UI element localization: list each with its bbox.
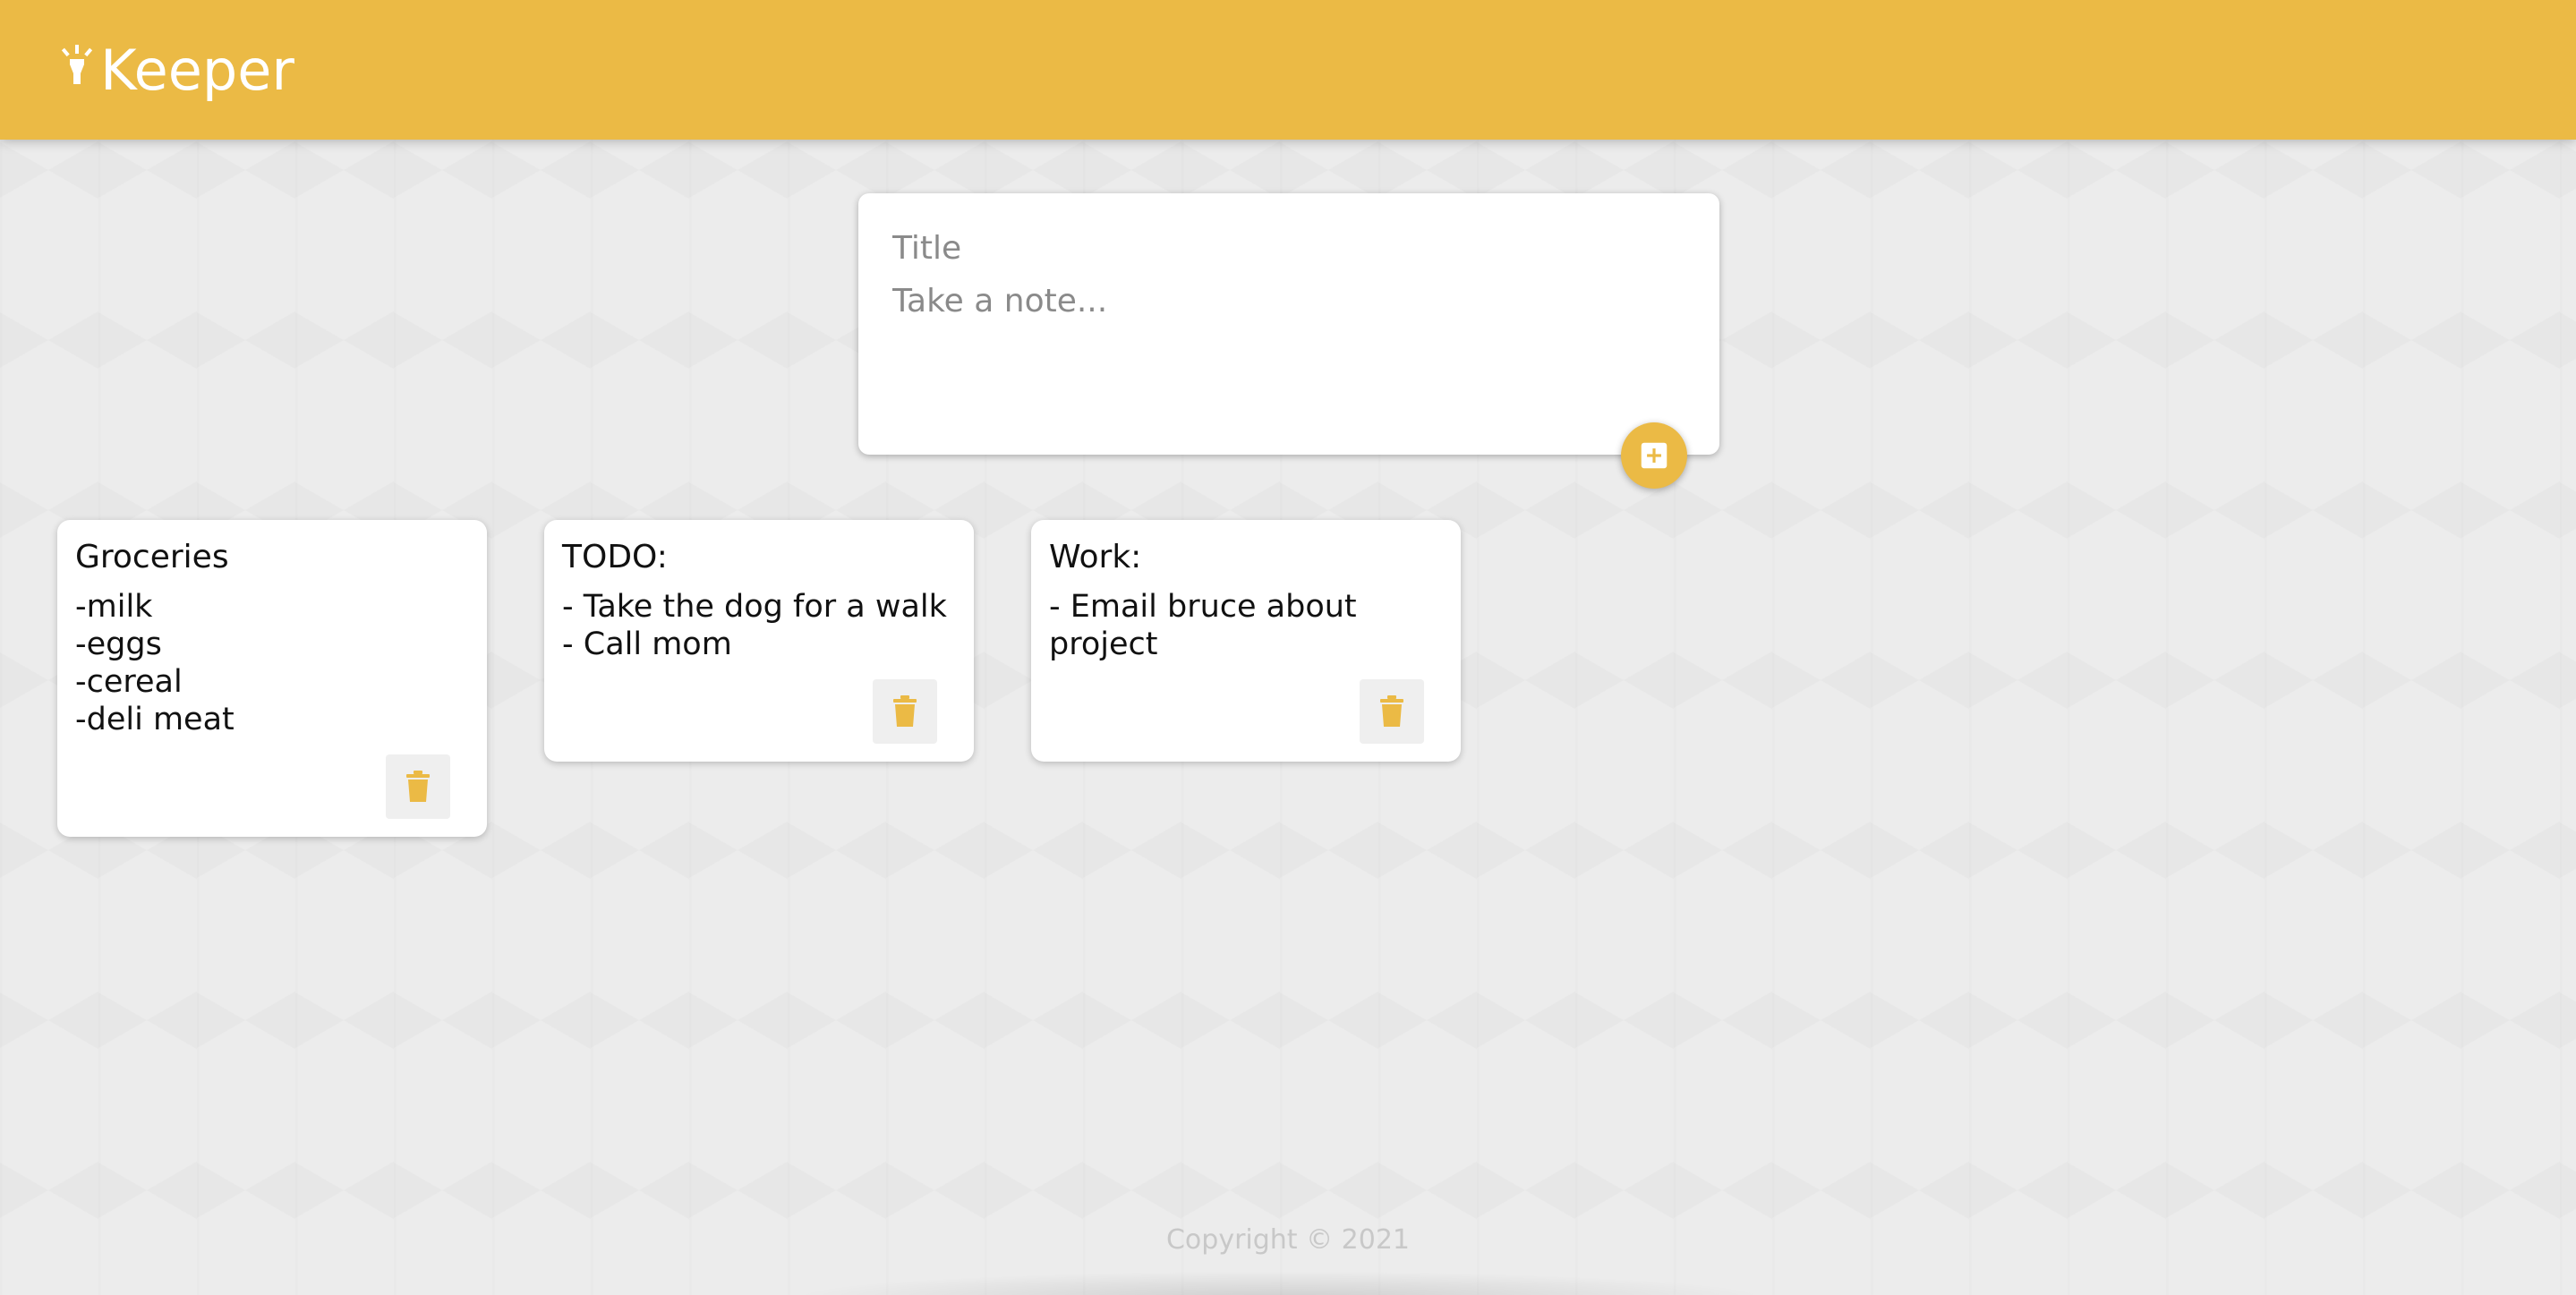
note-card: Work: - Email bruce about project bbox=[1031, 520, 1461, 762]
trash-icon bbox=[893, 695, 917, 727]
footer-shadow bbox=[788, 1271, 1772, 1295]
brand: Keeper bbox=[61, 38, 294, 103]
note-title: Work: bbox=[1049, 539, 1142, 575]
note-content: -milk -eggs -cereal -deli meat bbox=[75, 589, 235, 737]
delete-note-button[interactable] bbox=[873, 679, 937, 744]
note-content: - Take the dog for a walk - Call mom bbox=[562, 589, 947, 662]
note-title: TODO: bbox=[562, 539, 668, 575]
trash-icon bbox=[1380, 695, 1403, 727]
note-content-input[interactable] bbox=[892, 283, 1685, 399]
note-title-input[interactable] bbox=[892, 227, 1685, 268]
delete-note-button[interactable] bbox=[1360, 679, 1424, 744]
footer: Copyright © 2021 bbox=[0, 1224, 2576, 1256]
note-title: Groceries bbox=[75, 539, 229, 575]
trash-icon bbox=[406, 771, 430, 802]
add-box-icon bbox=[1641, 442, 1668, 469]
note-card: Groceries -milk -eggs -cereal -deli meat bbox=[57, 520, 487, 837]
note-composer bbox=[858, 193, 1719, 455]
note-content: - Email bruce about project bbox=[1049, 589, 1357, 662]
add-note-button[interactable] bbox=[1621, 422, 1687, 489]
note-card: TODO: - Take the dog for a walk - Call m… bbox=[544, 520, 974, 762]
app-title: Keeper bbox=[100, 37, 294, 103]
copyright-text: Copyright © 2021 bbox=[1165, 1224, 1410, 1256]
highlight-icon bbox=[61, 45, 93, 84]
delete-note-button[interactable] bbox=[386, 754, 450, 819]
app-header: Keeper bbox=[0, 0, 2576, 140]
